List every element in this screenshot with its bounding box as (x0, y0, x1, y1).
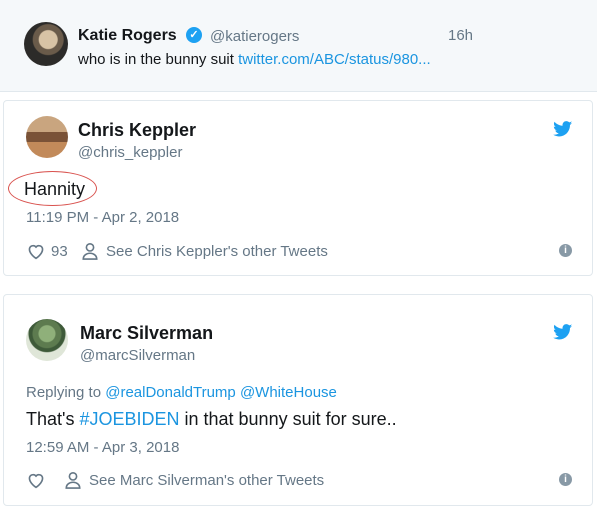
quoted-tweet-name[interactable]: Katie Rogers (78, 27, 177, 45)
tweet-timestamp[interactable]: 11:19 PM - Apr 2, 2018 (26, 209, 179, 226)
tweet-text-start: That's (26, 409, 80, 429)
quoted-tweet-text: who is in the bunny suit twitter.com/ABC… (78, 51, 431, 68)
heart-icon[interactable] (26, 242, 46, 260)
see-other-tweets-link[interactable]: See Marc Silverman's other Tweets (89, 472, 324, 489)
tweet-author-handle[interactable]: @marcSilverman (80, 347, 195, 364)
quoted-tweet-handle[interactable]: @katierogers (210, 28, 299, 45)
reply-mention-1[interactable]: @realDonaldTrump (105, 384, 236, 401)
quoted-tweet-body: who is in the bunny suit (78, 51, 239, 68)
hashtag-link[interactable]: #JOEBIDEN (79, 409, 179, 429)
quoted-tweet-avatar[interactable] (24, 22, 68, 66)
info-icon[interactable]: i (559, 473, 572, 486)
highlight-circle (8, 171, 97, 206)
quoted-tweet-link[interactable]: twitter.com/ABC/status/980... (238, 51, 431, 68)
quoted-tweet-time[interactable]: 16h (448, 27, 473, 44)
tweet-timestamp[interactable]: 12:59 AM - Apr 3, 2018 (26, 439, 179, 456)
tweet-text: That's #JOEBIDEN in that bunny suit for … (26, 409, 397, 430)
twitter-bird-icon[interactable] (553, 324, 573, 340)
see-other-tweets-link[interactable]: See Chris Keppler's other Tweets (106, 243, 328, 260)
twitter-bird-icon[interactable] (553, 121, 573, 137)
avatar-marc-silverman[interactable] (26, 319, 68, 361)
tweet-author-name[interactable]: Marc Silverman (80, 323, 213, 344)
verified-badge-icon: ✓ (186, 27, 202, 43)
quoted-tweet[interactable] (0, 0, 597, 92)
reply-mention-2[interactable]: @WhiteHouse (240, 384, 337, 401)
tweet-text-end: in that bunny suit for sure.. (179, 409, 397, 429)
avatar-chris-keppler[interactable] (26, 116, 68, 158)
reply-context: Replying to @realDonaldTrump @WhiteHouse (26, 384, 337, 401)
tweet-author-handle[interactable]: @chris_keppler (78, 144, 182, 161)
tweet-author-name[interactable]: Chris Keppler (78, 120, 196, 141)
like-count[interactable]: 93 (51, 243, 68, 260)
person-icon[interactable] (64, 471, 82, 489)
info-icon[interactable]: i (559, 244, 572, 257)
person-icon[interactable] (81, 242, 99, 260)
heart-icon[interactable] (26, 471, 46, 489)
reply-prefix: Replying to (26, 384, 106, 401)
